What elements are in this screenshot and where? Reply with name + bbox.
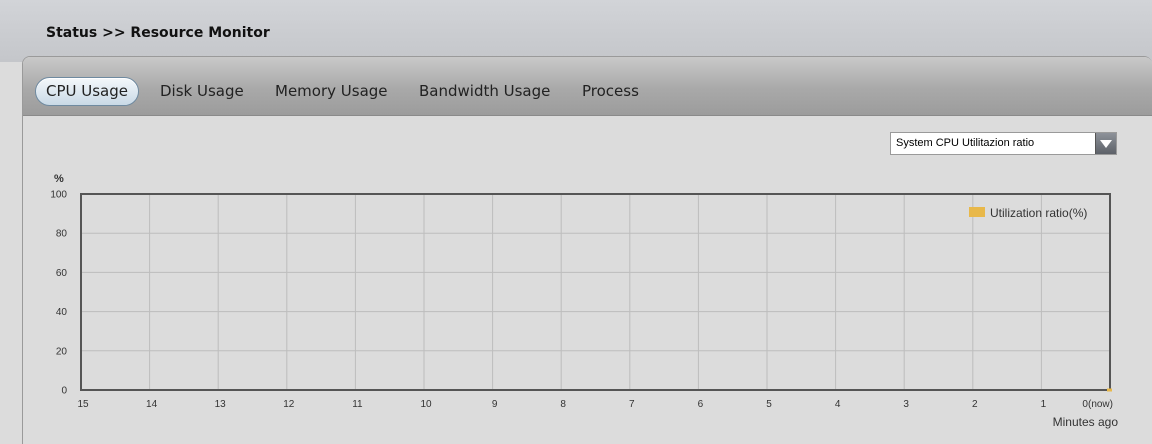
x-tick-label: 15 — [77, 399, 89, 410]
x-tick-label: 14 — [146, 399, 158, 410]
series-point — [1107, 388, 1112, 392]
chart-series — [1107, 388, 1112, 392]
legend-swatch — [969, 207, 985, 217]
y-axis-label: % — [54, 173, 64, 185]
x-tick-label: 5 — [766, 399, 772, 410]
x-tick-label: 2 — [972, 399, 978, 410]
x-tick-label: 9 — [492, 399, 498, 410]
x-tick-label: 13 — [215, 399, 227, 410]
y-tick-label: 60 — [56, 268, 68, 279]
y-tick-label: 80 — [56, 229, 68, 240]
x-tick-label: 8 — [560, 399, 566, 410]
y-tick-label: 0 — [61, 386, 67, 397]
y-tick-label: 20 — [56, 346, 68, 357]
x-tick-label: 0(now) — [1082, 399, 1113, 410]
x-tick-label: 6 — [698, 399, 704, 410]
x-tick-label: 4 — [835, 399, 841, 410]
y-tick-label: 40 — [56, 307, 68, 318]
x-tick-label: 7 — [629, 399, 635, 410]
plot-frame — [80, 193, 1111, 391]
cpu-usage-chart: 15 14 13 12 11 10 9 8 7 6 5 4 3 2 1 0(now)100806040200 … — [50, 173, 1119, 429]
chart-ticks: 15 14 13 12 11 10 9 8 7 6 5 4 3 2 1 0(now) 100 80 60 40 20 0 — [50, 190, 1113, 411]
x-tick-label: 3 — [903, 399, 909, 410]
x-tick-label: 11 — [352, 399, 363, 410]
x-tick-label: 10 — [420, 399, 432, 410]
legend-label: Utilization ratio(%) — [990, 206, 1087, 220]
chart-legend: Utilization ratio(%) — [969, 206, 1087, 220]
chart-grid — [80, 193, 1111, 391]
x-axis-label: Minutes ago — [1053, 415, 1119, 429]
x-tick-label: 12 — [283, 399, 295, 410]
x-tick-label: 1 — [1041, 399, 1047, 410]
y-tick-label: 100 — [50, 190, 67, 201]
